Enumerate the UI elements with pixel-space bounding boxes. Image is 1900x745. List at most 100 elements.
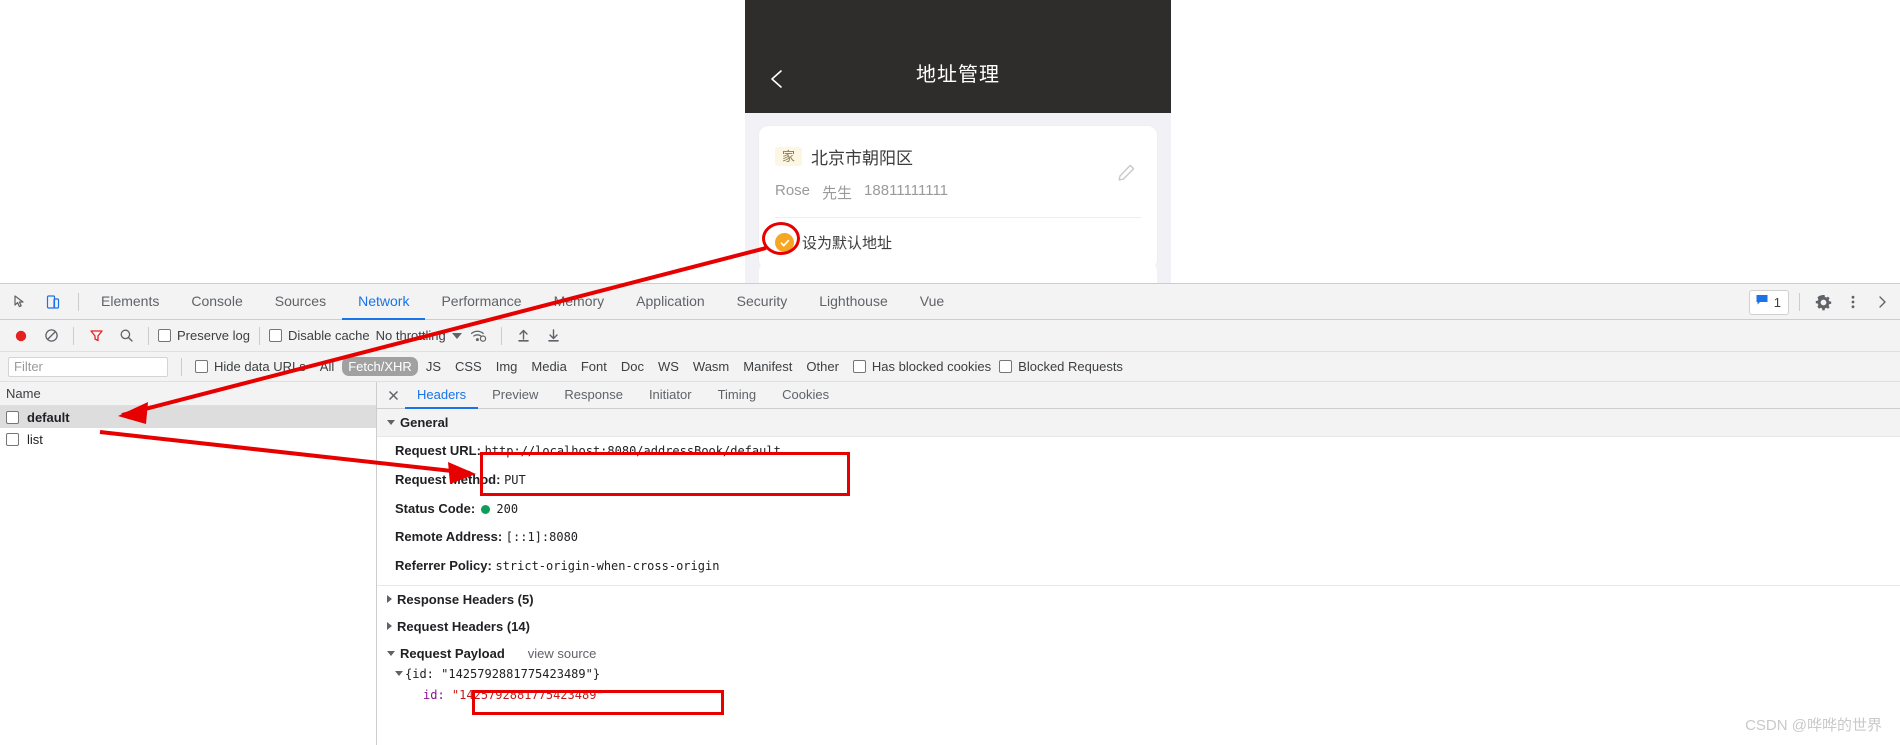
tab-headers[interactable]: Headers xyxy=(405,382,479,409)
check-circle-icon[interactable] xyxy=(775,233,794,252)
tab-preview[interactable]: Preview xyxy=(480,382,550,409)
toolbar-divider-4 xyxy=(500,326,502,345)
filter-type-font[interactable]: Font xyxy=(575,357,613,376)
more-vertical-icon[interactable] xyxy=(1840,289,1866,315)
filter-type-manifest[interactable]: Manifest xyxy=(737,357,798,376)
row-checkbox[interactable] xyxy=(6,432,19,446)
headers-content: General Request URL: http://localhost:80… xyxy=(377,409,1900,702)
filter-input[interactable]: Filter xyxy=(8,356,168,377)
tab-vue[interactable]: Vue xyxy=(904,284,960,320)
section-request-payload[interactable]: Request Payload view source xyxy=(377,639,1900,667)
filter-type-js[interactable]: JS xyxy=(420,357,447,376)
section-general-label: General xyxy=(400,415,449,430)
has-blocked-cookies-checkbox[interactable]: Has blocked cookies xyxy=(852,359,992,374)
request-method-value: PUT xyxy=(504,472,526,487)
chevron-down-icon[interactable] xyxy=(395,671,403,677)
message-count: 1 xyxy=(1773,294,1781,310)
network-toolbar: Preserve log Disable cache No throttling xyxy=(0,320,1900,352)
disable-cache-label: Disable cache xyxy=(287,328,370,343)
close-icon[interactable] xyxy=(1870,289,1896,315)
tab-response[interactable]: Response xyxy=(552,382,635,409)
device-toolbar-icon[interactable] xyxy=(40,289,66,315)
filter-type-fetch-xhr[interactable]: Fetch/XHR xyxy=(342,357,418,376)
tab-cookies[interactable]: Cookies xyxy=(770,382,841,409)
devtools-left-icons xyxy=(0,289,72,315)
filter-type-doc[interactable]: Doc xyxy=(615,357,650,376)
remote-address-label: Remote Address: xyxy=(395,529,503,545)
close-detail-icon[interactable] xyxy=(383,385,403,405)
payload-collapsed-text: {id: "1425792881775423489"} xyxy=(405,666,601,681)
record-icon[interactable] xyxy=(8,323,34,349)
filter-type-wasm[interactable]: Wasm xyxy=(687,357,735,376)
filter-placeholder: Filter xyxy=(14,359,43,374)
general-request-method: Request Method: PUT xyxy=(377,466,1900,495)
referrer-policy-value: strict-origin-when-cross-origin xyxy=(495,559,720,574)
address-card[interactable]: 家 北京市朝阳区 Rose 先生 18811111111 设为默认地址 xyxy=(759,126,1157,269)
filter-type-img[interactable]: Img xyxy=(490,357,524,376)
filter-icon[interactable] xyxy=(83,323,109,349)
filter-type-ws[interactable]: WS xyxy=(652,357,685,376)
filter-type-all[interactable]: All xyxy=(314,357,340,376)
tab-application[interactable]: Application xyxy=(620,284,721,320)
address-line-contact: Rose 先生 18811111111 xyxy=(775,182,1141,203)
mobile-preview: 地址管理 家 北京市朝阳区 Rose 先生 18811111111 设为默认地址 xyxy=(745,0,1171,284)
chevron-down-icon xyxy=(451,332,462,339)
tab-elements[interactable]: Elements xyxy=(85,284,175,320)
preserve-log-label: Preserve log xyxy=(177,328,250,343)
section-request-headers[interactable]: Request Headers (14) xyxy=(377,612,1900,640)
table-row[interactable]: list xyxy=(0,428,376,450)
row-checkbox[interactable] xyxy=(6,410,19,424)
request-detail-tabs: Headers Preview Response Initiator Timin… xyxy=(377,382,1900,409)
request-name: list xyxy=(27,431,43,447)
tab-memory[interactable]: Memory xyxy=(538,284,621,320)
disable-cache-checkbox[interactable]: Disable cache xyxy=(268,328,370,343)
checkbox-box xyxy=(268,329,282,342)
general-remote-address: Remote Address: [::1]:8080 xyxy=(377,523,1900,552)
gear-icon[interactable] xyxy=(1810,289,1836,315)
request-name: default xyxy=(27,409,70,425)
tab-security[interactable]: Security xyxy=(721,284,804,320)
tab-network[interactable]: Network xyxy=(342,284,426,320)
address-card-next[interactable] xyxy=(759,262,1157,284)
pencil-icon[interactable] xyxy=(1115,162,1137,184)
inspect-element-icon[interactable] xyxy=(8,289,34,315)
view-source-link[interactable]: view source xyxy=(528,646,597,661)
filter-type-css[interactable]: CSS xyxy=(449,357,488,376)
tab-lighthouse[interactable]: Lighthouse xyxy=(803,284,904,320)
section-response-headers[interactable]: Response Headers (5) xyxy=(377,585,1900,613)
devtools-tabbar: Elements Console Sources Network Perform… xyxy=(0,284,1900,320)
preserve-log-checkbox[interactable]: Preserve log xyxy=(158,328,250,343)
request-headers-label: Request Headers (14) xyxy=(397,618,530,634)
search-icon[interactable] xyxy=(113,323,139,349)
filter-type-other[interactable]: Other xyxy=(800,357,845,376)
has-blocked-cookies-label: Has blocked cookies xyxy=(871,359,992,374)
section-general[interactable]: General xyxy=(377,409,1900,437)
network-filter-bar: Filter Hide data URLs All Fetch/XHR JS C… xyxy=(0,352,1900,382)
filter-type-media[interactable]: Media xyxy=(525,357,572,376)
chevron-left-icon[interactable] xyxy=(767,67,787,91)
general-referrer-policy: Referrer Policy: strict-origin-when-cros… xyxy=(377,552,1900,581)
address-card-top: 家 北京市朝阳区 Rose 先生 18811111111 xyxy=(759,126,1157,217)
request-method-label: Request Method: xyxy=(395,471,501,487)
tab-performance[interactable]: Performance xyxy=(425,284,537,320)
network-conditions-icon[interactable] xyxy=(466,323,492,349)
blocked-requests-checkbox[interactable]: Blocked Requests xyxy=(999,359,1123,374)
contact-name: Rose xyxy=(775,182,811,199)
tab-initiator[interactable]: Initiator xyxy=(637,382,704,409)
import-har-icon[interactable] xyxy=(511,323,537,349)
clear-icon[interactable] xyxy=(38,323,64,349)
hide-data-urls-label: Hide data URLs xyxy=(214,359,306,374)
tab-timing[interactable]: Timing xyxy=(706,382,769,409)
export-har-icon[interactable] xyxy=(541,323,567,349)
tab-console[interactable]: Console xyxy=(175,284,258,320)
message-icon xyxy=(1755,293,1769,312)
table-row[interactable]: default xyxy=(0,406,376,428)
address-line-primary: 家 北京市朝阳区 xyxy=(775,144,1141,169)
message-counter[interactable]: 1 xyxy=(1748,289,1789,315)
hide-data-urls-checkbox[interactable]: Hide data URLs xyxy=(195,359,306,374)
payload-collapsed-row[interactable]: {id: "1425792881775423489"} xyxy=(377,667,1900,681)
general-status-code: Status Code: 200 xyxy=(377,495,1900,524)
network-body: Name default list Headers Preview Respon… xyxy=(0,382,1900,745)
tab-sources[interactable]: Sources xyxy=(259,284,342,320)
throttling-select[interactable]: No throttling xyxy=(376,328,462,343)
